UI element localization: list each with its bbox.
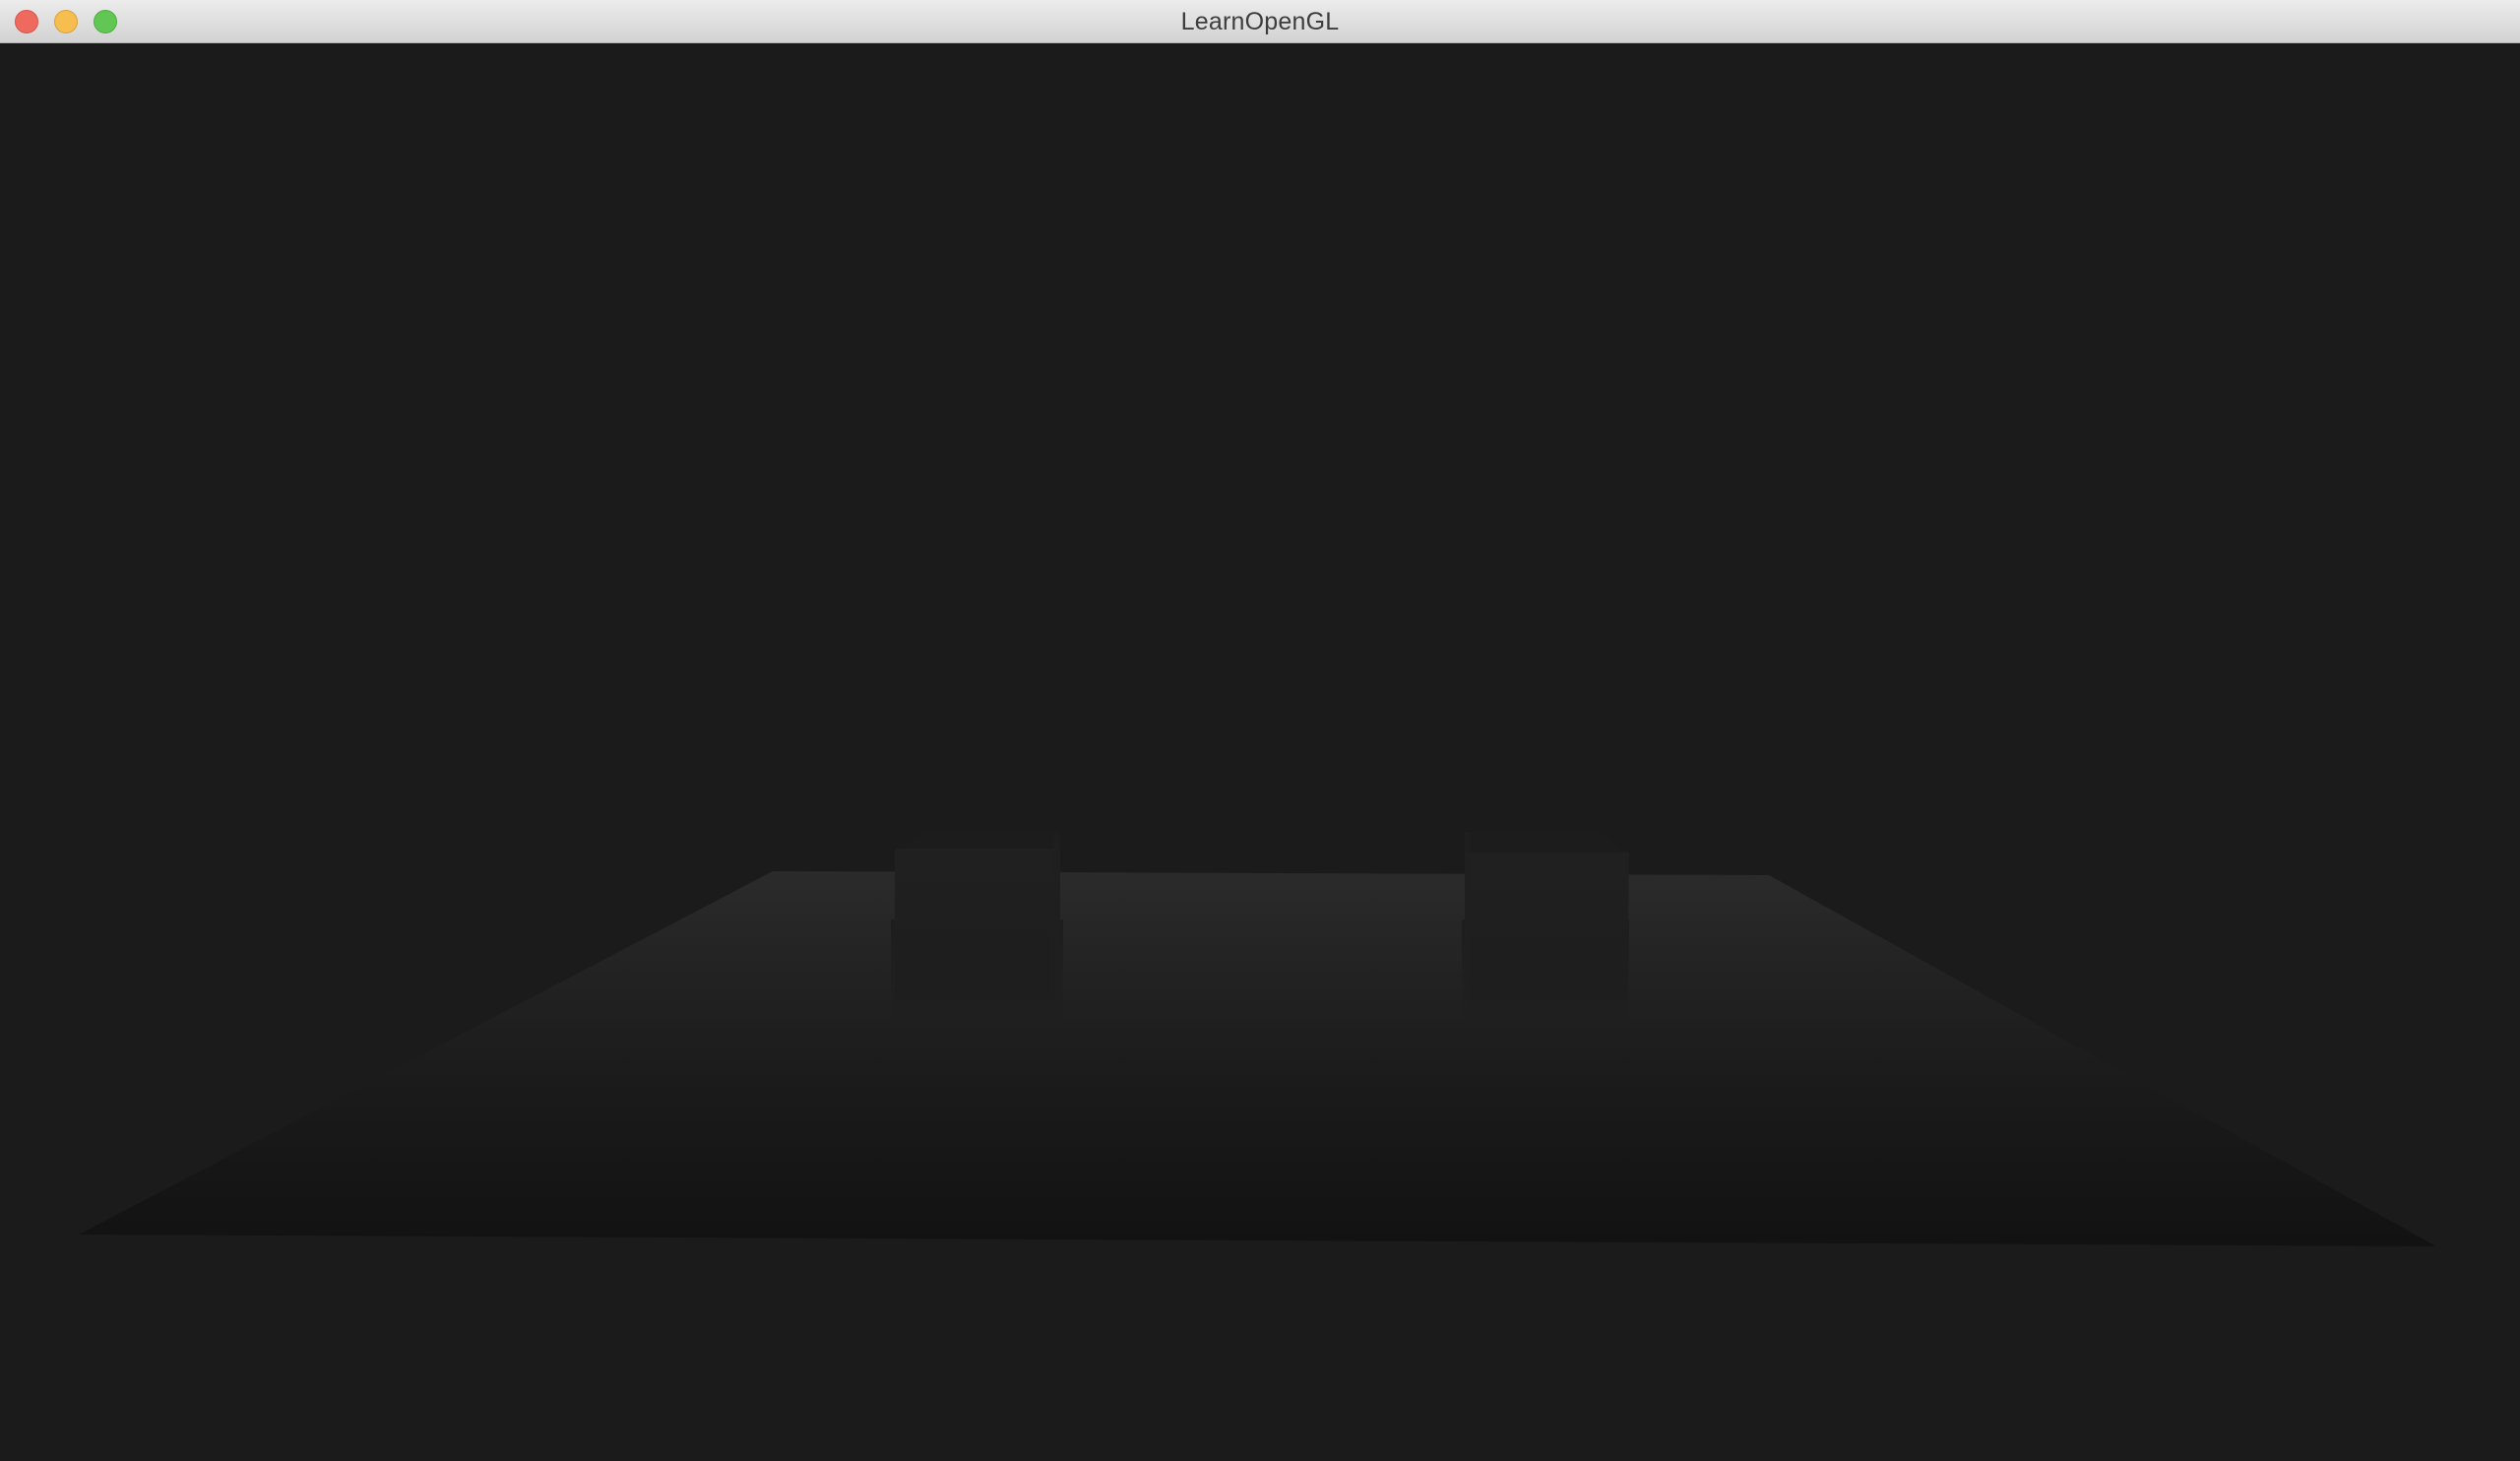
window-title: LearnOpenGL: [1180, 8, 1340, 35]
right-cube-top: [1465, 832, 1629, 853]
right-cube-side: [1465, 832, 1471, 1018]
title-bar[interactable]: LearnOpenGL: [0, 0, 2520, 43]
left-cube-side: [1054, 832, 1060, 1018]
right-cube: [1465, 832, 1629, 1018]
scene-canvas: [79, 832, 2436, 1246]
floor-plane: [79, 871, 2436, 1246]
opengl-viewport[interactable]: [0, 43, 2520, 1461]
app-window: LearnOpenGL: [0, 0, 2520, 1461]
left-cube-top: [895, 832, 1060, 849]
left-cube-front: [895, 849, 1060, 1013]
right-cube-front: [1465, 853, 1629, 1013]
left-cube: [895, 832, 1060, 1018]
